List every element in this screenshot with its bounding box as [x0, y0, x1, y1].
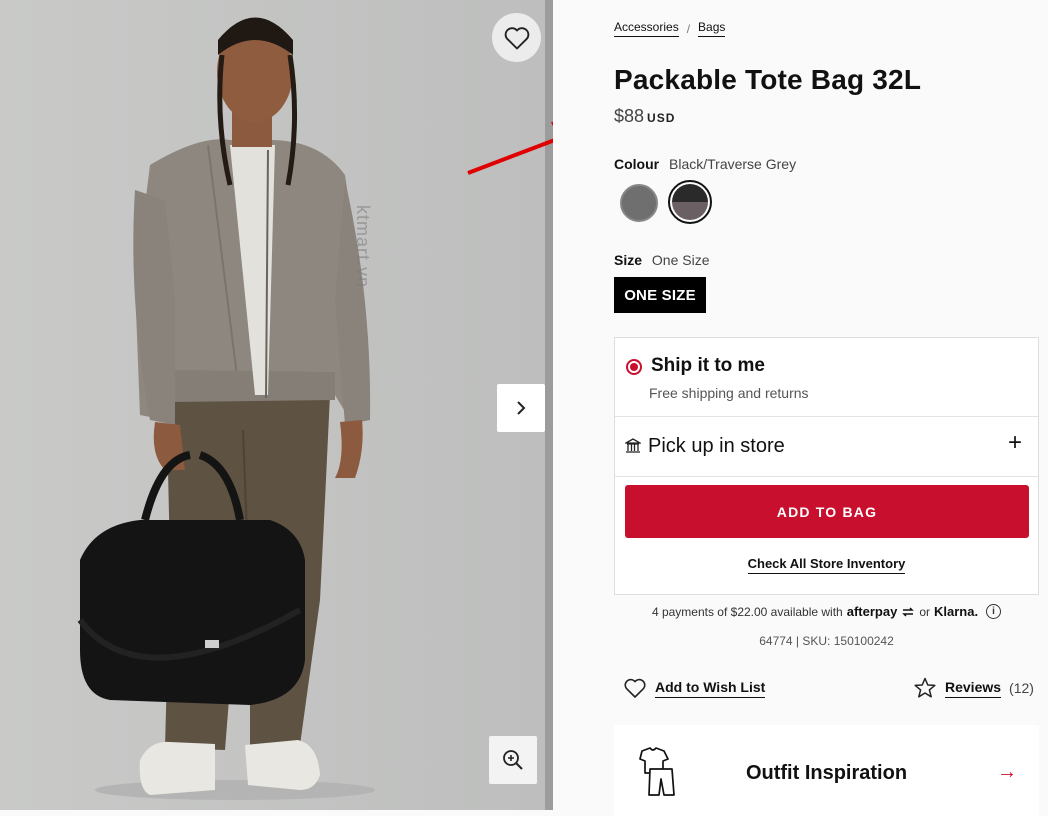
breadcrumb-separator: /: [686, 21, 691, 36]
breadcrumb: Accessories / Bags: [614, 20, 726, 37]
afterpay-arrows-icon: [902, 606, 915, 617]
star-outline-icon: [914, 677, 936, 698]
price-currency: USD: [647, 111, 676, 125]
swatch-fill: [672, 184, 708, 220]
reviews-label: Reviews: [945, 679, 1002, 698]
ship-title: Ship it to me: [651, 355, 765, 376]
arrow-right-icon[interactable]: →: [997, 761, 1017, 784]
watermark-text: ktmart.vn: [353, 205, 373, 289]
colour-row: Colour Black/Traverse Grey: [614, 156, 796, 172]
expand-pickup-plus-icon[interactable]: +: [1008, 431, 1022, 455]
check-inventory-link[interactable]: Check All Store Inventory: [747, 556, 906, 574]
gallery-wishlist-button[interactable]: [492, 13, 541, 62]
reviews-count: (12): [1009, 680, 1034, 696]
outfit-inspiration-card[interactable]: Outfit Inspiration →: [614, 725, 1039, 816]
breadcrumb-bags[interactable]: Bags: [698, 20, 726, 37]
colour-label: Colour: [614, 156, 660, 172]
size-label: Size: [614, 252, 643, 268]
fulfilment-box: Ship it to me Free shipping and returns …: [614, 337, 1039, 595]
colour-value: Black/Traverse Grey: [669, 156, 797, 172]
ship-subtitle: Free shipping and returns: [649, 385, 809, 401]
product-title: Packable Tote Bag 32L: [614, 64, 922, 95]
heart-outline-icon: [624, 678, 646, 698]
payments-or: or: [919, 604, 930, 619]
size-one-size-button[interactable]: ONE SIZE: [614, 277, 706, 313]
pickup-option[interactable]: Pick up in store +: [615, 417, 1038, 477]
klarna-logo: Klarna.: [933, 604, 979, 619]
heart-outline-icon: [504, 26, 529, 49]
size-value: One Size: [651, 252, 710, 268]
wishlist-label: Add to Wish List: [655, 679, 766, 698]
chevron-right-icon: [517, 401, 526, 415]
outfit-title: Outfit Inspiration: [745, 762, 908, 784]
colour-swatch-grey[interactable]: [620, 184, 658, 222]
product-price: $88 USD: [614, 106, 675, 127]
product-info-panel: Accessories / Bags Packable Tote Bag 32L…: [553, 0, 1048, 816]
price-amount: $88: [614, 106, 645, 126]
size-row: Size One Size: [614, 252, 710, 268]
add-to-wishlist-link[interactable]: Add to Wish List: [623, 677, 766, 699]
zoom-button[interactable]: [489, 736, 537, 784]
breadcrumb-accessories[interactable]: Accessories: [614, 20, 679, 37]
info-icon[interactable]: i: [986, 604, 1002, 619]
colour-swatch-black-traverse-grey[interactable]: [668, 180, 712, 224]
add-to-bag-button[interactable]: ADD TO BAG: [625, 485, 1029, 538]
pickup-label: Pick up in store: [648, 435, 785, 457]
reviews-link[interactable]: Reviews (12): [913, 677, 1034, 699]
product-photo: [0, 0, 545, 810]
payments-text: 4 payments of $22.00 available with: [651, 604, 843, 619]
zoom-in-icon: [503, 750, 523, 770]
ship-radio[interactable]: [626, 359, 642, 375]
afterpay-logo: afterpay: [846, 604, 898, 619]
ship-option[interactable]: Ship it to me Free shipping and returns: [615, 338, 1038, 417]
check-inventory: Check All Store Inventory: [615, 556, 1038, 574]
store-icon: [625, 438, 641, 453]
sku-text: 64774 | SKU: 150100242: [759, 634, 894, 648]
payments-info: 4 payments of $22.00 available with afte…: [614, 604, 1039, 619]
next-image-button[interactable]: [497, 384, 545, 432]
